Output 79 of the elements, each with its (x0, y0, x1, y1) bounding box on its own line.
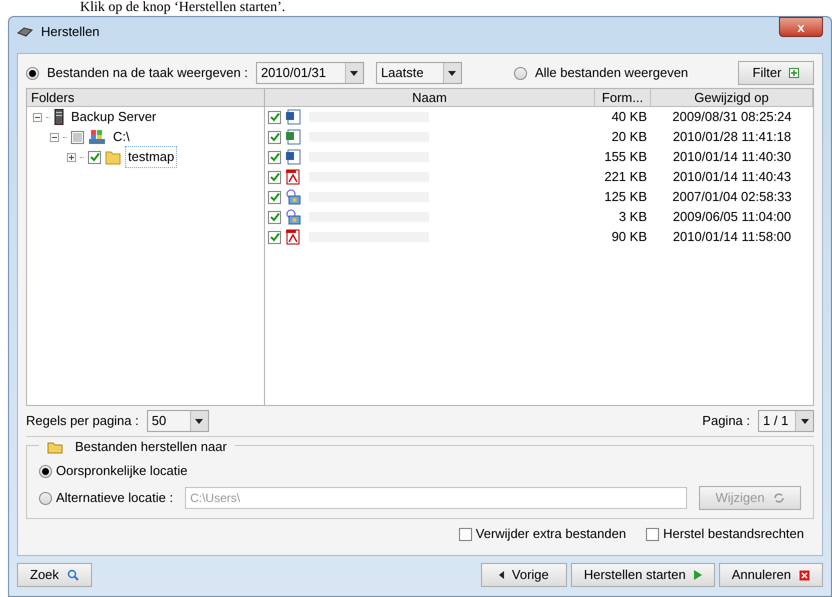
checkbox[interactable] (268, 230, 281, 244)
checkbox[interactable] (268, 210, 281, 224)
dropdown-caret-icon[interactable] (795, 411, 813, 431)
tree-item[interactable]: C:\ (110, 126, 133, 148)
checkbox[interactable] (71, 130, 84, 144)
table-cell-text: 2010/01/14 11:40:30 (672, 148, 792, 166)
pdf-icon (285, 229, 301, 245)
left-arrow-icon (498, 571, 504, 579)
search-icon (66, 569, 79, 581)
table-cell-text: 2010/01/14 11:40:43 (672, 168, 792, 186)
dropdown[interactable]: 1 / 1 (758, 410, 814, 432)
radio-button[interactable] (39, 464, 52, 478)
table-cell-text: 2010/01/14 11:58:00 (672, 228, 792, 246)
radio-label: Alternatieve locatie : (56, 489, 174, 508)
previous-button[interactable]: Vorige (480, 563, 567, 587)
column-header[interactable]: Form... (595, 89, 651, 106)
dropdown[interactable]: 2010/01/31 (256, 62, 364, 84)
close-button[interactable]: x (779, 17, 823, 37)
group-title: Bestanden herstellen naar (75, 438, 227, 456)
tree-item[interactable]: testmap (125, 146, 178, 168)
image-file-icon (285, 209, 301, 225)
table-cell-text: 90 KB (610, 228, 648, 246)
table-cell-text: 40 KB (610, 108, 648, 126)
window-title: Herstellen (41, 23, 101, 42)
radio-label: Bestanden na de taak weergeven : (47, 64, 248, 82)
table-cell-text: 2010/01/28 11:41:18 (672, 128, 792, 146)
column-header[interactable]: Naam (265, 89, 595, 106)
checkbox[interactable] (268, 190, 281, 204)
pdf-icon (285, 169, 301, 185)
table-cell-text: 2007/01/04 02:58:33 (671, 188, 793, 206)
server-icon (54, 109, 64, 125)
checkbox[interactable] (88, 150, 101, 164)
dropdown-caret-icon[interactable] (344, 63, 363, 83)
close-icon (799, 570, 810, 580)
table-cell-text: 3 KB (618, 208, 648, 226)
dropdown[interactable]: Laatste (376, 62, 462, 84)
radio-label: Alle bestanden weergeven (534, 64, 690, 82)
checkbox[interactable] (458, 528, 472, 540)
start-restore-button[interactable]: Herstellen starten (570, 563, 715, 587)
play-icon (694, 570, 702, 580)
column-header[interactable]: Gewijzigd op (651, 89, 813, 106)
rows-per-page-label: Regels per pagina : (26, 412, 139, 430)
dropdown-caret-icon[interactable] (190, 411, 208, 431)
table-cell-text: 20 KB (610, 128, 648, 146)
drive-icon (88, 129, 106, 145)
tree-item[interactable]: Backup Server (68, 106, 160, 128)
image-file-icon (285, 189, 301, 205)
folder-icon (105, 149, 121, 165)
radio-label: Oorspronkelijke locatie (56, 462, 188, 480)
table-cell-text: 125 KB (603, 188, 648, 206)
expand-icon[interactable] (67, 152, 76, 162)
page-label: Pagina : (702, 412, 750, 430)
collapse-icon[interactable] (50, 132, 59, 142)
refresh-icon (772, 492, 785, 504)
checkbox-label: Verwijder extra bestanden (476, 525, 626, 544)
folder-icon (47, 440, 63, 454)
checkbox[interactable] (268, 110, 281, 124)
checkbox[interactable] (646, 528, 660, 540)
filter-button[interactable]: Filter (738, 61, 814, 85)
app-icon (17, 27, 33, 37)
dropdown[interactable]: 50 (146, 410, 209, 432)
table-cell-text: 2009/08/31 08:25:24 (671, 108, 793, 126)
radio-button[interactable] (514, 66, 527, 80)
search-button[interactable]: Zoek (17, 563, 92, 587)
table-cell-text: 155 KB (603, 148, 648, 166)
checkbox-label: Herstel bestandsrechten (663, 525, 804, 544)
table-cell-text: 2009/06/05 11:04:00 (672, 208, 792, 226)
cancel-button[interactable]: Annuleren (718, 563, 823, 587)
column-header: Folders (27, 89, 264, 107)
checkbox[interactable] (268, 150, 281, 164)
table-cell-text: 221 KB (603, 168, 648, 186)
radio-button[interactable] (26, 66, 39, 80)
caption: Klik op de knop ‘Herstellen starten’. (80, 0, 286, 16)
checkbox[interactable] (268, 170, 281, 184)
radio-button[interactable] (39, 492, 52, 504)
plus-icon (789, 68, 800, 78)
dropdown-caret-icon[interactable] (442, 63, 461, 83)
checkbox[interactable] (268, 130, 281, 144)
collapse-icon[interactable] (33, 112, 42, 122)
